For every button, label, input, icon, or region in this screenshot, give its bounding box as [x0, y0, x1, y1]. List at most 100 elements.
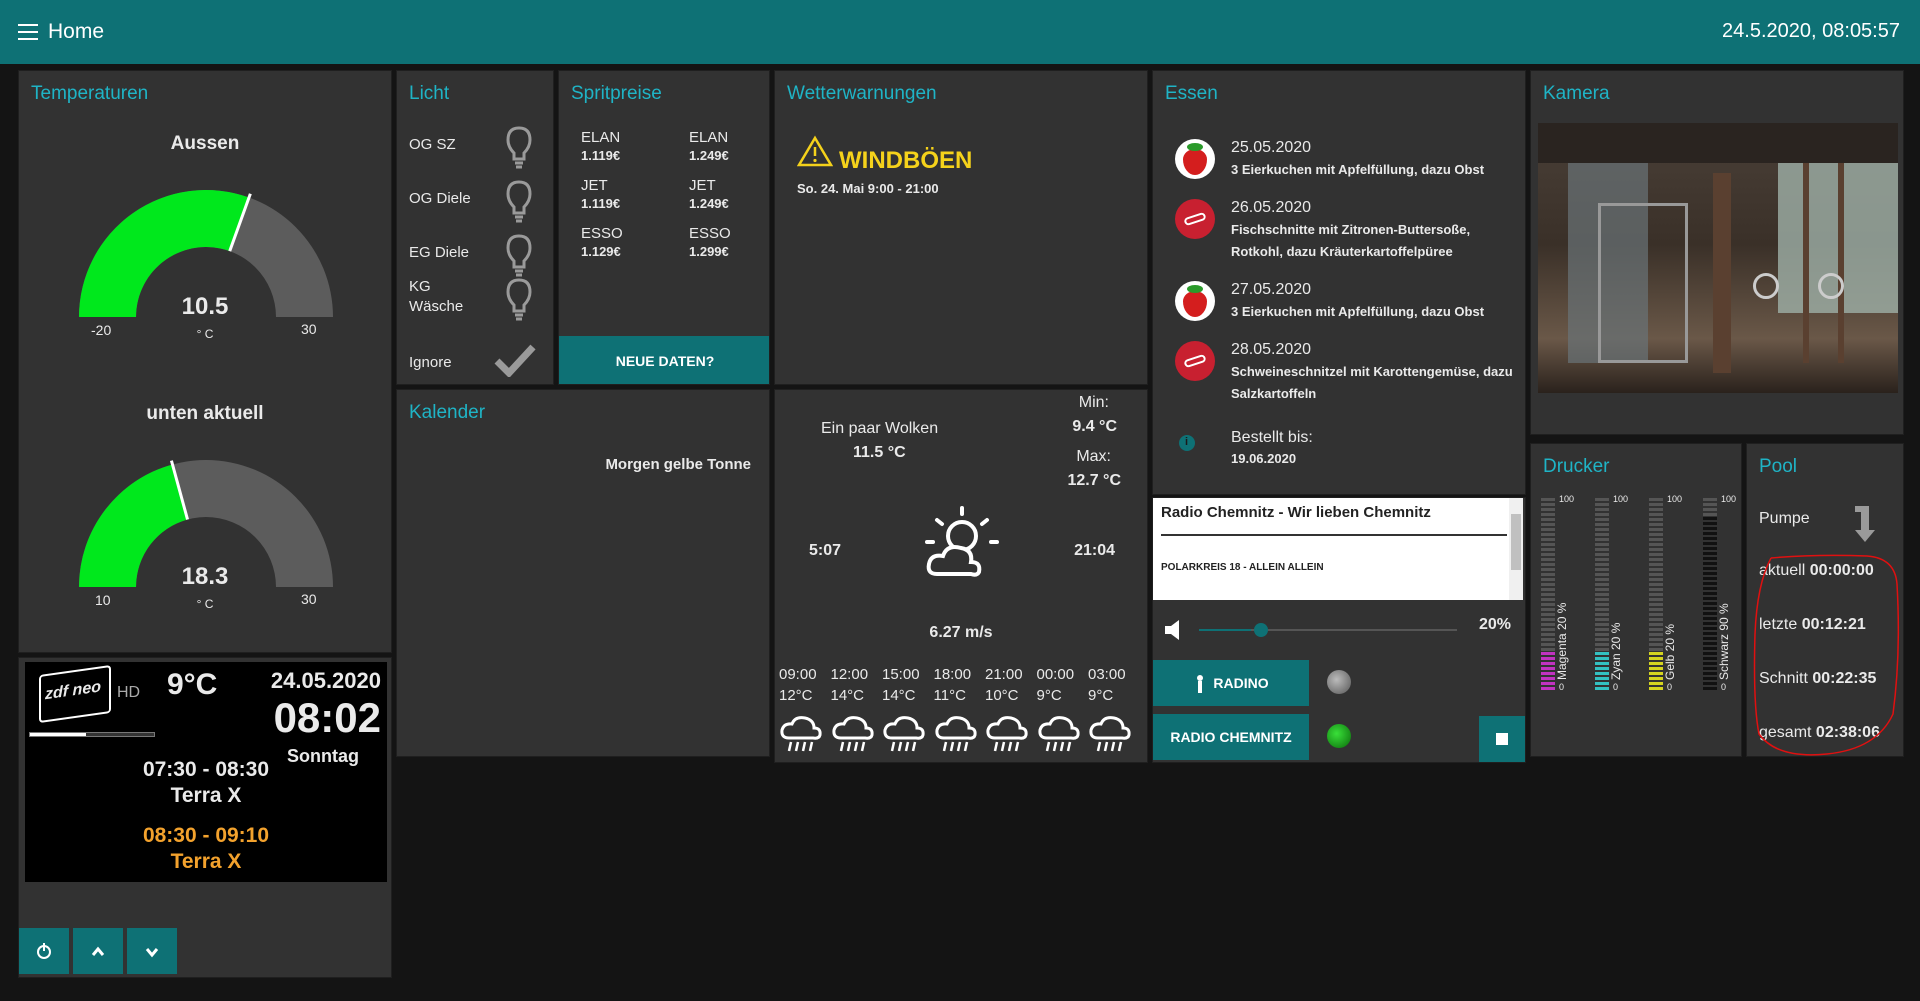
channel-hd: HD	[117, 684, 141, 701]
essen-card: Essen 25.05.2020 3 Eierkuchen mit Apfelfü…	[1152, 70, 1526, 495]
meal-date: 27.05.2020	[1231, 281, 1312, 298]
tv-date: 24.05.2020	[270, 668, 381, 693]
gauge-min: -20	[91, 322, 112, 338]
fuel-name: JET	[689, 177, 716, 194]
volume-knob[interactable]	[1253, 623, 1268, 637]
wetterwarnungen-card: Wetterwarnungen WINDBÖEN So. 24. Mai 9:0…	[774, 70, 1148, 385]
radio-song: POLARKREIS 18 - ALLEIN ALLEIN	[1161, 562, 1324, 573]
kalender-card: Kalender Morgen gelbe Tonne	[396, 389, 770, 757]
channel-down-button[interactable]	[127, 928, 177, 974]
licht-item[interactable]: OG SZ	[397, 125, 553, 173]
menu-icon[interactable]	[18, 24, 38, 40]
radino-status-led	[1327, 670, 1351, 694]
licht-card: Licht OG SZ OG Diele EG Diele KG Wäsche Igno…	[396, 70, 554, 385]
gauge-value: 10.5	[181, 293, 229, 320]
radino-button[interactable]: RADINO	[1153, 660, 1309, 706]
ink-max: 100	[1721, 494, 1737, 504]
card-title: Spritpreise	[571, 83, 662, 104]
licht-label: KG Wäsche	[409, 278, 464, 315]
ink-fill	[1595, 651, 1609, 690]
radio-chemnitz-button[interactable]: RADIO CHEMNITZ	[1153, 714, 1309, 760]
ink-label: Gelb 20 %	[1663, 623, 1677, 680]
rain-cloud-icon	[934, 716, 977, 752]
ink-max: 100	[1667, 494, 1683, 504]
neue-daten-button[interactable]: NEUE DATEN?	[559, 336, 769, 384]
card-title: Essen	[1165, 83, 1218, 104]
radio-card: Radio Chemnitz - Wir lieben Chemnitz POL…	[1152, 497, 1526, 763]
licht-label: Ignore	[409, 354, 452, 371]
fuel-price-item: ELAN 1.119€	[581, 129, 623, 165]
fuel-price: 1.119€	[581, 148, 621, 163]
fuel-price: 1.249€	[689, 196, 729, 211]
spritpreise-card: Spritpreise ELAN 1.119€ JET 1.119€ ESSO 1.129…	[558, 70, 770, 385]
meal-item: 26.05.2020 Fischschnitte mit Zitronen-But…	[1153, 199, 1525, 259]
sunset: 21:04	[1074, 542, 1115, 559]
power-button[interactable]	[19, 928, 69, 974]
card-title: Wetterwarnungen	[787, 83, 937, 104]
rain-cloud-icon	[883, 716, 925, 752]
kamera-card: Kamera	[1530, 70, 1904, 435]
licht-item[interactable]: OG Diele	[397, 179, 553, 227]
ink-bar	[1649, 498, 1663, 690]
top-bar: Home 24.5.2020, 08:05:57	[0, 0, 1920, 64]
card-title: Kamera	[1543, 83, 1610, 104]
forecast-time: 00:00	[1036, 666, 1075, 683]
warning-time: So. 24. Mai 9:00 - 21:00	[797, 181, 939, 196]
forecast-temp: 14°C	[830, 687, 865, 704]
fuel-price-item: JET 1.249€	[689, 177, 731, 213]
tv-now-time: 07:30 - 08:30	[142, 758, 270, 781]
forecast-time: 03:00	[1088, 666, 1126, 683]
channel-logo-text: zdf neo	[45, 678, 101, 704]
warning-icon	[797, 135, 833, 167]
min-label: Min:	[1078, 394, 1109, 411]
ink-level: 100 0 Schwarz 90 %	[1703, 494, 1741, 694]
ink-fill	[1649, 651, 1663, 690]
forecast-temp: 11°C	[933, 687, 966, 704]
ink-bar	[1541, 498, 1555, 690]
forecast-item: 15:00 14°C	[882, 666, 932, 762]
gauge-max: 30	[301, 321, 317, 337]
fuel-name: ESSO	[689, 225, 731, 242]
sunrise: 5:07	[809, 542, 842, 559]
camera-image[interactable]	[1538, 123, 1898, 393]
rain-cloud-icon	[780, 716, 822, 752]
radio-chemnitz-status-led	[1327, 724, 1351, 748]
meal-date: 25.05.2020	[1231, 139, 1312, 156]
volume-slider[interactable]	[1199, 623, 1457, 637]
drucker-card: Drucker 100 0 Magenta 20 % 100 0 Zyan 20 % 100…	[1530, 443, 1742, 757]
fuel-price: 1.299€	[689, 244, 729, 259]
forecast-item: 12:00 14°C	[831, 666, 881, 762]
radio-info-panel: Radio Chemnitz - Wir lieben Chemnitz POL…	[1153, 498, 1513, 600]
ink-fill	[1541, 651, 1555, 690]
weather-condition: Ein paar Wolken	[821, 420, 939, 437]
licht-item[interactable]: KG Wäsche	[397, 277, 553, 325]
stop-button[interactable]	[1479, 716, 1525, 762]
speaker-icon	[1165, 620, 1179, 640]
ink-min: 0	[1721, 682, 1727, 692]
radio-scrollbar[interactable]	[1509, 498, 1523, 600]
meal-item: 28.05.2020 Schweineschnitzel mit Karotten…	[1153, 341, 1525, 401]
ordered-label: Bestellt bis:	[1231, 429, 1313, 446]
fuel-name: ELAN	[689, 129, 729, 146]
channel-up-button[interactable]	[73, 928, 123, 974]
partly-cloudy-icon	[925, 506, 999, 577]
licht-item[interactable]: EG Diele	[397, 233, 553, 281]
wind-speed: 6.27 m/s	[929, 624, 993, 641]
datetime: 24.5.2020, 08:05:57	[1722, 20, 1900, 42]
fuel-price-item: JET 1.119€	[581, 177, 623, 213]
strawberry-icon	[1175, 139, 1215, 179]
forecast-time: 15:00	[882, 666, 920, 683]
meal-description: Fischschnitte mit Zitronen-Buttersoße, R…	[1231, 222, 1471, 259]
ink-level: 100 0 Magenta 20 %	[1541, 494, 1591, 694]
max-label: Max:	[1076, 448, 1111, 465]
gauge-aussen: Aussen 10.5 ° C -20 30	[19, 71, 391, 341]
fuel-price-item: ELAN 1.249€	[689, 129, 731, 165]
power-icon	[37, 943, 51, 959]
ink-label: Magenta 20 %	[1555, 602, 1569, 680]
forecast-temp: 9°C	[1088, 687, 1114, 704]
tv-time: 08:02	[273, 694, 381, 741]
forecast-time: 18:00	[933, 666, 972, 683]
licht-item[interactable]: Ignore	[397, 343, 553, 384]
card-title: Pool	[1759, 456, 1798, 477]
meal-date: 26.05.2020	[1231, 199, 1312, 216]
